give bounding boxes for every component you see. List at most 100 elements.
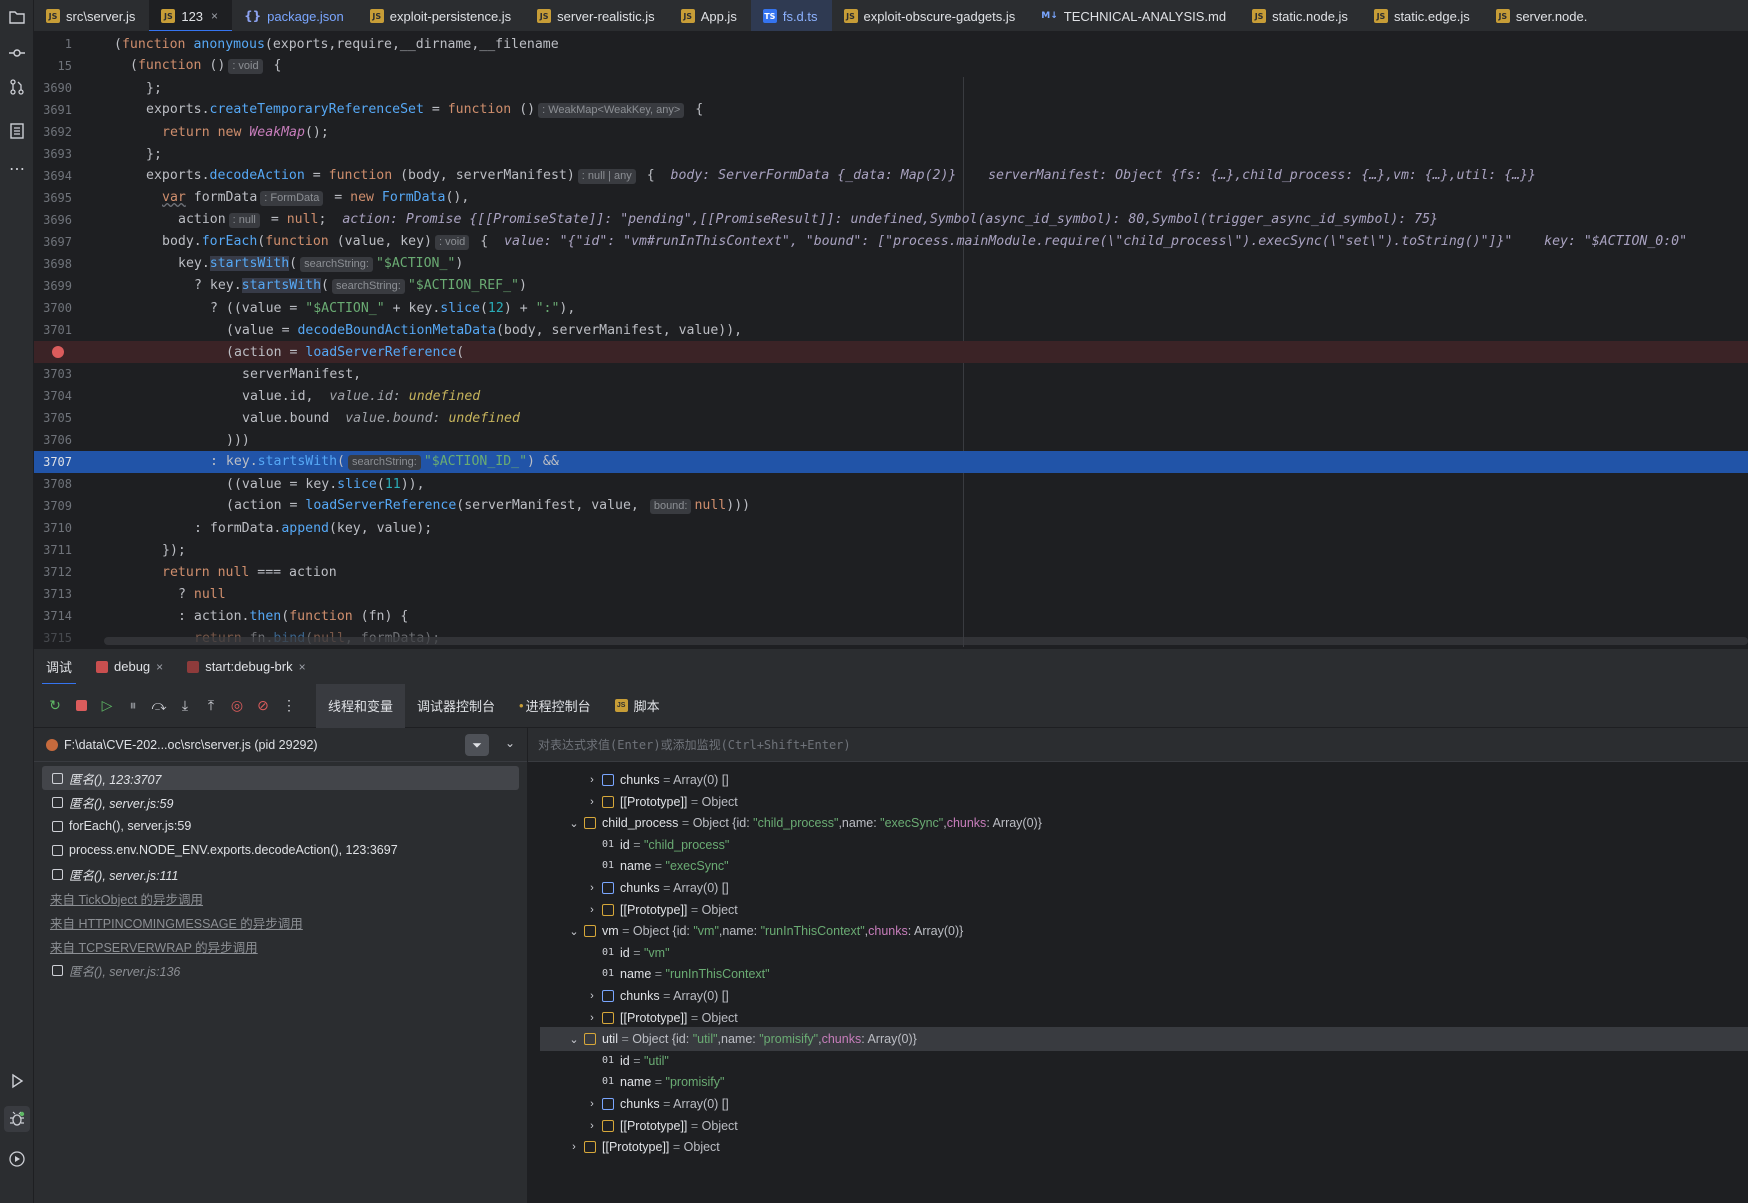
debug-icon[interactable] bbox=[4, 1106, 30, 1132]
tab-exploit-persistence-js[interactable]: JS exploit-persistence.js bbox=[358, 0, 525, 31]
close-icon[interactable]: × bbox=[299, 660, 306, 674]
variable-row[interactable]: ⌄ vm = Object {id: "vm",name: "runInThisC… bbox=[528, 919, 1748, 943]
stack-frame[interactable]: 匿名(), 123:3707 bbox=[42, 766, 519, 790]
code-line[interactable]: 3692 return new WeakMap(); bbox=[34, 121, 1748, 143]
code-line[interactable]: 3701 (value = decodeBoundActionMetaData(b… bbox=[34, 319, 1748, 341]
mute-breakpoints-icon[interactable]: ⊘ bbox=[250, 693, 276, 719]
async-stack-separator[interactable]: 来自 TickObject 的异步调用 bbox=[34, 886, 527, 910]
stack-frame[interactable]: 匿名(), server.js:111 bbox=[34, 862, 527, 886]
tab-exploit-obscure-gadgets-js[interactable]: JS exploit-obscure-gadgets.js bbox=[832, 0, 1030, 31]
pull-request-icon[interactable] bbox=[4, 74, 30, 100]
variable-row[interactable]: 01 id = "child_process" bbox=[528, 833, 1748, 857]
debug-session-tab[interactable]: debug × bbox=[84, 649, 175, 685]
tab-package-json[interactable]: {} package.json bbox=[232, 0, 358, 31]
sticky-line[interactable]: 1 (function anonymous(exports,require,__… bbox=[34, 33, 1748, 55]
close-icon[interactable]: × bbox=[211, 9, 218, 23]
code-editor[interactable]: 1 (function anonymous(exports,require,__… bbox=[34, 33, 1748, 647]
stack-frame[interactable]: forEach(), server.js:59 bbox=[34, 814, 527, 838]
variable-row[interactable]: 01 name = "runInThisContext" bbox=[528, 962, 1748, 986]
code-line[interactable]: 3712 return null === action bbox=[34, 561, 1748, 583]
tab-static-edge-js[interactable]: JS static.edge.js bbox=[1362, 0, 1484, 31]
tab-scripts[interactable]: JS 脚本 bbox=[603, 684, 672, 728]
variable-row[interactable]: › chunks = Array(0) [] bbox=[528, 1092, 1748, 1116]
variable-row[interactable]: › [[Prototype]] = Object bbox=[528, 898, 1748, 922]
chevron-right-icon[interactable]: › bbox=[586, 1120, 598, 1132]
tab-static-node-js[interactable]: JS static.node.js bbox=[1240, 0, 1362, 31]
horizontal-scrollbar[interactable] bbox=[104, 637, 1748, 645]
variable-row[interactable]: ⌄ child_process = Object {id: "child_proc… bbox=[528, 811, 1748, 835]
tab-server-node[interactable]: JS server.node. bbox=[1484, 0, 1602, 31]
chevron-right-icon[interactable]: › bbox=[568, 1141, 580, 1153]
thread-selector[interactable]: F:\data\CVE-202...oc\src\server.js (pid … bbox=[34, 728, 527, 762]
chevron-down-icon[interactable]: ⌄ bbox=[568, 817, 580, 830]
variable-row[interactable]: › [[Prototype]] = Object bbox=[528, 1114, 1748, 1138]
variable-row[interactable]: 01 name = "promisify" bbox=[528, 1070, 1748, 1094]
breakpoint-icon[interactable] bbox=[52, 346, 64, 358]
async-stack-separator[interactable]: 来自 HTTPINCOMINGMESSAGE 的异步调用 bbox=[34, 910, 527, 934]
step-out-icon[interactable]: ⤒ bbox=[198, 693, 224, 719]
code-line[interactable]: 3691 exports.createTemporaryReferenceSet … bbox=[34, 99, 1748, 121]
chevron-down-icon[interactable]: ⌄ bbox=[568, 1033, 580, 1046]
more-icon[interactable]: ⋯ bbox=[4, 156, 30, 182]
chevron-right-icon[interactable]: › bbox=[586, 1012, 598, 1024]
code-line[interactable]: 3708 ((value = key.slice(11)), bbox=[34, 473, 1748, 495]
evaluate-expression-input[interactable]: 对表达式求值(Enter)或添加监视(Ctrl+Shift+Enter) bbox=[528, 728, 1748, 762]
code-line[interactable]: 3710: formData.append(key, value); bbox=[34, 517, 1748, 539]
more-options-icon[interactable]: ⋮ bbox=[276, 693, 302, 719]
step-into-icon[interactable]: ⤓ bbox=[172, 693, 198, 719]
code-line[interactable]: 3694 exports.decodeAction = function (bod… bbox=[34, 165, 1748, 187]
view-breakpoints-icon[interactable]: ◎ bbox=[224, 693, 250, 719]
stop-icon[interactable] bbox=[68, 693, 94, 719]
tab-process-console[interactable]: • 进程控制台 bbox=[507, 684, 603, 728]
tab-threads-variables[interactable]: 线程和变量 bbox=[316, 683, 406, 728]
variable-row[interactable]: › [[Prototype]] = Object bbox=[528, 1006, 1748, 1030]
breakpoint-line[interactable]: (action = loadServerReference( bbox=[34, 341, 1748, 363]
commit-icon[interactable] bbox=[4, 40, 30, 66]
variable-row[interactable]: › chunks = Array(0) [] bbox=[528, 984, 1748, 1008]
structure-icon[interactable] bbox=[4, 118, 30, 144]
services-icon[interactable] bbox=[4, 1146, 30, 1172]
code-line[interactable]: 3709 (action = loadServerReference(server… bbox=[34, 495, 1748, 517]
rerun-icon[interactable]: ↻ bbox=[42, 693, 68, 719]
variable-row[interactable]: › chunks = Array(0) [] bbox=[528, 768, 1748, 792]
chevron-right-icon[interactable]: › bbox=[586, 882, 598, 894]
tab-123[interactable]: JS 123 × bbox=[149, 0, 233, 31]
chevron-down-icon[interactable]: ⌄ bbox=[568, 925, 580, 938]
tab-technical-analysis-md[interactable]: M↓ TECHNICAL-ANALYSIS.md bbox=[1029, 0, 1240, 31]
code-line[interactable]: 3706))) bbox=[34, 429, 1748, 451]
chevron-right-icon[interactable]: › bbox=[586, 990, 598, 1002]
variable-row[interactable]: › [[Prototype]] = Object bbox=[528, 790, 1748, 814]
sticky-line[interactable]: 15 (function (): void { bbox=[34, 55, 1748, 77]
variable-row[interactable]: ⌄ util = Object {id: "util",name: "promis… bbox=[540, 1027, 1748, 1052]
code-line[interactable]: 3699 ? key.startsWith(searchString: "$ACTI… bbox=[34, 275, 1748, 297]
stack-frame[interactable]: process.env.NODE_ENV.exports.decodeActio… bbox=[34, 838, 527, 862]
variable-row[interactable]: 01 id = "vm" bbox=[528, 941, 1748, 965]
code-line[interactable]: 3700 ? ((value = "$ACTION_" + key.slice(1… bbox=[34, 297, 1748, 319]
close-icon[interactable]: × bbox=[156, 660, 163, 674]
code-line[interactable]: 3693}; bbox=[34, 143, 1748, 165]
async-stack-separator[interactable]: 来自 TCPSERVERWRAP 的异步调用 bbox=[34, 934, 527, 958]
tab-debugger-console[interactable]: 调试器控制台 bbox=[405, 684, 507, 728]
filter-icon[interactable]: ⏷ bbox=[465, 734, 489, 756]
code-line[interactable]: 3705 value.bound value.bound: undefined bbox=[34, 407, 1748, 429]
tab-fs-d-ts[interactable]: TS fs.d.ts bbox=[750, 0, 832, 31]
code-line[interactable]: 3695 var formData: FormData = new FormDat… bbox=[34, 187, 1748, 209]
resume-icon[interactable]: ▷ bbox=[94, 693, 120, 719]
tab-server-realistic-js[interactable]: JS server-realistic.js bbox=[525, 0, 669, 31]
chevron-right-icon[interactable]: › bbox=[586, 796, 598, 808]
chevron-right-icon[interactable]: › bbox=[586, 774, 598, 786]
code-line[interactable]: 3697 body.forEach(function (value, key): … bbox=[34, 231, 1748, 253]
run-icon[interactable] bbox=[4, 1068, 30, 1094]
code-line[interactable]: 3704 value.id, value.id: undefined bbox=[34, 385, 1748, 407]
debug-title-tab[interactable]: 调试 bbox=[34, 649, 84, 685]
code-line[interactable]: 3698 key.startsWith(searchString: "$ACTION… bbox=[34, 253, 1748, 275]
variable-row[interactable]: › [[Prototype]] = Object bbox=[528, 1135, 1748, 1159]
tab-app-js[interactable]: JS App.js bbox=[669, 0, 751, 31]
debug-brk-session-tab[interactable]: start:debug-brk × bbox=[175, 649, 317, 685]
stack-frame[interactable]: 匿名(), server.js:136 bbox=[34, 958, 527, 982]
variable-row[interactable]: 01 id = "util" bbox=[528, 1049, 1748, 1073]
code-line[interactable]: 3696 action: null = null; action: Promise… bbox=[34, 209, 1748, 231]
pause-icon[interactable]: ⏸ bbox=[120, 693, 146, 719]
code-line[interactable]: 3714: action.then(function (fn) { bbox=[34, 605, 1748, 627]
code-line[interactable]: 3690}; bbox=[34, 77, 1748, 99]
